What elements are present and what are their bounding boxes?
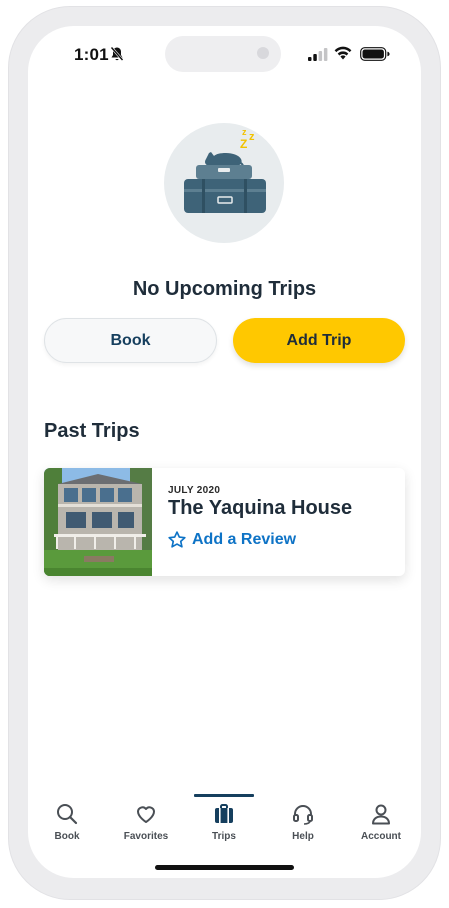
tab-trips[interactable]: Trips	[185, 794, 263, 854]
bell-muted-icon	[110, 46, 124, 61]
svg-text:z: z	[242, 127, 247, 137]
camera-dot	[257, 47, 269, 59]
past-trip-card[interactable]: JULY 2020 The Yaquina House Add a Review	[44, 468, 405, 576]
heart-icon	[137, 806, 155, 823]
star-icon	[168, 531, 186, 548]
headset-icon	[293, 805, 313, 825]
tab-book[interactable]: Book	[28, 794, 106, 854]
tab-favorites[interactable]: Favorites	[107, 794, 185, 854]
trip-name: The Yaquina House	[168, 497, 353, 519]
svg-text:Z: Z	[240, 137, 247, 151]
add-review-label: Add a Review	[192, 531, 297, 548]
home-indicator	[155, 865, 294, 870]
battery-icon	[360, 47, 390, 61]
trip-photo	[44, 468, 152, 576]
search-icon	[57, 804, 78, 825]
wifi-icon	[334, 46, 352, 60]
sleeping-cat-luggage-illustration: z z Z	[164, 123, 284, 243]
tab-book-label: Book	[54, 831, 80, 842]
tab-help-label: Help	[292, 831, 314, 842]
suitcase-icon	[215, 804, 233, 823]
book-button[interactable]: Book	[44, 318, 217, 363]
status-time: 1:01	[74, 45, 109, 64]
tab-account-label: Account	[361, 831, 401, 842]
person-icon	[372, 804, 390, 825]
add-trip-button[interactable]: Add Trip	[233, 318, 405, 363]
tab-trips-label: Trips	[212, 831, 236, 842]
trip-date: JULY 2020	[168, 485, 221, 496]
bottom-tab-bar: Book Favorites Trips Help Account	[28, 794, 421, 854]
svg-text:z: z	[249, 131, 255, 143]
tab-help[interactable]: Help	[264, 794, 342, 854]
app-screen: 1:01 z z Z No Upcoming Trips Book Add Tr…	[28, 26, 421, 878]
tab-favorites-label: Favorites	[123, 831, 169, 842]
empty-state-title: No Upcoming Trips	[132, 278, 317, 300]
tab-account[interactable]: Account	[342, 794, 420, 854]
past-trips-heading: Past Trips	[44, 420, 140, 442]
cellular-signal-icon	[308, 48, 328, 61]
add-review-link[interactable]: Add a Review	[167, 530, 296, 550]
